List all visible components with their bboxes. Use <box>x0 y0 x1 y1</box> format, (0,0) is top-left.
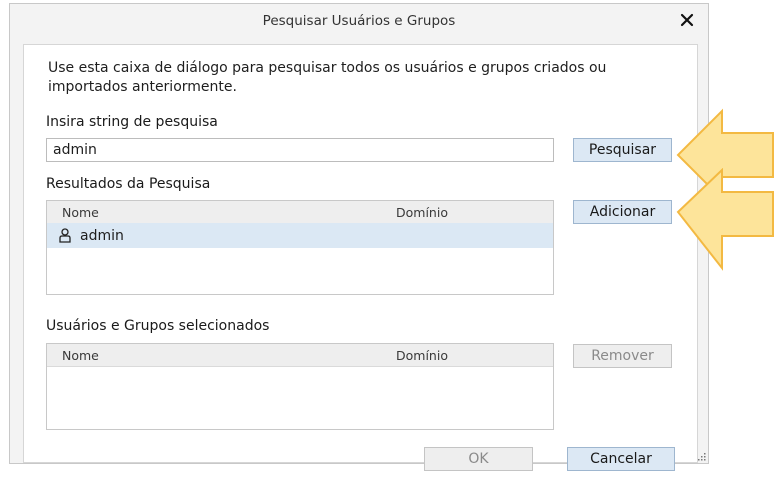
search-input[interactable]: admin <box>46 138 554 162</box>
selected-column-domain[interactable]: Domínio <box>396 348 448 363</box>
user-icon <box>59 228 71 243</box>
cancel-button[interactable]: Cancelar <box>567 447 675 471</box>
highlight-arrow-icon <box>676 168 774 271</box>
close-icon <box>680 13 694 27</box>
results-column-domain[interactable]: Domínio <box>396 205 448 220</box>
dialog-title: Pesquisar Usuários e Grupos <box>262 13 456 29</box>
search-label: Insira string de pesquisa <box>46 114 218 130</box>
selected-label: Usuários e Grupos selecionados <box>46 318 270 334</box>
resize-grip-icon[interactable] <box>697 452 707 462</box>
results-table: Nome Domínio admin <box>46 200 554 295</box>
close-button[interactable] <box>676 9 698 31</box>
dialog-content: Use esta caixa de diálogo para pesquisar… <box>23 44 698 471</box>
results-table-header: Nome Domínio <box>47 201 553 224</box>
selected-table-header: Nome Domínio <box>47 344 553 367</box>
remove-button[interactable]: Remover <box>573 344 672 368</box>
result-name: admin <box>80 227 124 244</box>
results-column-name[interactable]: Nome <box>62 205 99 220</box>
dialog-description: Use esta caixa de diálogo para pesquisar… <box>48 60 607 95</box>
add-button[interactable]: Adicionar <box>573 200 672 224</box>
selected-table: Nome Domínio <box>46 343 554 430</box>
selected-column-name[interactable]: Nome <box>62 348 99 363</box>
ok-button[interactable]: OK <box>424 447 533 471</box>
dialog-titlebar: Pesquisar Usuários e Grupos <box>10 4 708 38</box>
search-button[interactable]: Pesquisar <box>573 138 672 162</box>
table-row[interactable]: admin <box>47 223 553 248</box>
search-users-groups-dialog: Pesquisar Usuários e Grupos Use esta cai… <box>9 3 709 471</box>
results-label: Resultados da Pesquisa <box>46 176 211 192</box>
